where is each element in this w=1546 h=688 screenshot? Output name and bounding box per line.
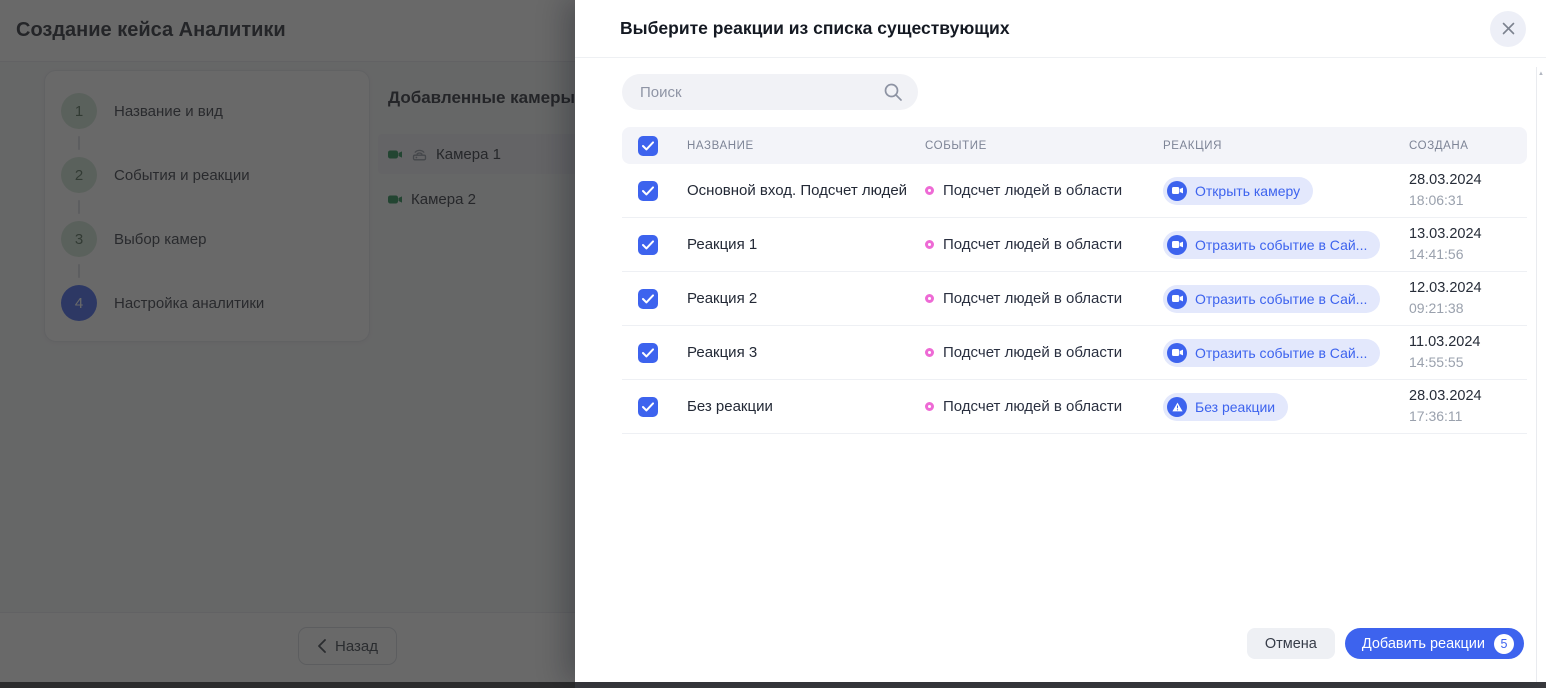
created-time: 18:06:31 (1409, 191, 1527, 210)
reactions-table: НАЗВАНИЕ СОБЫТИЕ РЕАКЦИЯ СОЗДАНА Основно… (622, 127, 1527, 434)
cancel-button[interactable]: Отмена (1247, 628, 1335, 659)
reaction-chip[interactable]: Отразить событие в Сай... (1163, 339, 1380, 367)
table-row[interactable]: Реакция 1 Подсчет людей в области Отрази… (622, 218, 1527, 272)
select-all-checkbox[interactable] (638, 136, 658, 156)
table-row[interactable]: Реакция 2 Подсчет людей в области Отрази… (622, 272, 1527, 326)
event-cell: Подсчет людей в области (925, 182, 1163, 199)
row-checkbox[interactable] (638, 289, 658, 309)
created-time: 17:36:11 (1409, 407, 1527, 426)
reaction-chip-icon (1167, 343, 1187, 363)
reaction-chip-label: Отразить событие в Сай... (1195, 345, 1367, 361)
scroll-up-arrow-icon[interactable]: ▲ (1538, 71, 1544, 77)
reaction-chip-label: Отразить событие в Сай... (1195, 237, 1367, 253)
search-input[interactable] (622, 74, 918, 110)
event-label: Подсчет людей в области (943, 344, 1122, 361)
row-checkbox[interactable] (638, 181, 658, 201)
event-type-icon (925, 240, 934, 249)
reaction-chip[interactable]: Без реакции (1163, 393, 1288, 421)
search-field (622, 74, 918, 110)
created-cell: 13.03.2024 14:41:56 (1409, 225, 1527, 263)
reaction-name: Основной вход. Подсчет людей (687, 182, 925, 199)
reaction-cell: Открыть камеру (1163, 177, 1409, 205)
modal-body: НАЗВАНИЕ СОБЫТИЕ РЕАКЦИЯ СОЗДАНА Основно… (575, 58, 1546, 434)
event-cell: Подсчет людей в области (925, 290, 1163, 307)
modal-header: Выберите реакции из списка существующих (575, 0, 1546, 58)
event-label: Подсчет людей в области (943, 236, 1122, 253)
reaction-name: Реакция 3 (687, 344, 925, 361)
column-header-event: СОБЫТИЕ (925, 140, 1163, 152)
event-type-icon (925, 294, 934, 303)
event-label: Подсчет людей в области (943, 290, 1122, 307)
reaction-chip-icon (1167, 397, 1187, 417)
event-label: Подсчет людей в области (943, 398, 1122, 415)
table-header-row: НАЗВАНИЕ СОБЫТИЕ РЕАКЦИЯ СОЗДАНА (622, 127, 1527, 164)
reaction-chip[interactable]: Отразить событие в Сай... (1163, 285, 1380, 313)
created-time: 14:55:55 (1409, 353, 1527, 372)
event-cell: Подсчет людей в области (925, 236, 1163, 253)
select-reactions-modal: Выберите реакции из списка существующих … (575, 0, 1546, 682)
scrollbar[interactable]: ▲ (1536, 67, 1546, 682)
modal-dim-overlay (0, 0, 575, 688)
table-row[interactable]: Реакция 3 Подсчет людей в области Отрази… (622, 326, 1527, 380)
created-cell: 28.03.2024 18:06:31 (1409, 171, 1527, 209)
event-type-icon (925, 402, 934, 411)
reaction-cell: Отразить событие в Сай... (1163, 285, 1409, 313)
created-cell: 28.03.2024 17:36:11 (1409, 387, 1527, 425)
reaction-name: Без реакции (687, 398, 925, 415)
close-icon (1502, 22, 1515, 35)
created-date: 28.03.2024 (1409, 171, 1527, 191)
row-checkbox[interactable] (638, 343, 658, 363)
reaction-chip-icon (1167, 181, 1187, 201)
reaction-name: Реакция 2 (687, 290, 925, 307)
reaction-name: Реакция 1 (687, 236, 925, 253)
add-reactions-label: Добавить реакции (1362, 636, 1485, 652)
search-icon[interactable] (883, 82, 903, 107)
row-checkbox[interactable] (638, 397, 658, 417)
reaction-chip-icon (1167, 289, 1187, 309)
add-reactions-button[interactable]: Добавить реакции 5 (1345, 628, 1524, 659)
event-cell: Подсчет людей в области (925, 398, 1163, 415)
created-date: 12.03.2024 (1409, 279, 1527, 299)
row-checkbox[interactable] (638, 235, 658, 255)
reaction-chip-label: Отразить событие в Сай... (1195, 291, 1367, 307)
column-header-reaction: РЕАКЦИЯ (1163, 140, 1409, 152)
table-row[interactable]: Основной вход. Подсчет людей Подсчет люд… (622, 164, 1527, 218)
created-date: 28.03.2024 (1409, 387, 1527, 407)
created-cell: 12.03.2024 09:21:38 (1409, 279, 1527, 317)
created-cell: 11.03.2024 14:55:55 (1409, 333, 1527, 371)
close-button[interactable] (1490, 11, 1526, 47)
reaction-chip-label: Без реакции (1195, 399, 1275, 415)
created-time: 14:41:56 (1409, 245, 1527, 264)
column-header-created: СОЗДАНА (1409, 140, 1527, 152)
event-cell: Подсчет людей в области (925, 344, 1163, 361)
event-type-icon (925, 186, 934, 195)
modal-title: Выберите реакции из списка существующих (620, 18, 1010, 39)
selected-count-badge: 5 (1494, 634, 1514, 654)
event-label: Подсчет людей в области (943, 182, 1122, 199)
created-date: 13.03.2024 (1409, 225, 1527, 245)
reaction-chip[interactable]: Отразить событие в Сай... (1163, 231, 1380, 259)
table-row[interactable]: Без реакции Подсчет людей в области Без … (622, 380, 1527, 434)
reaction-cell: Без реакции (1163, 393, 1409, 421)
created-date: 11.03.2024 (1409, 333, 1527, 353)
reaction-cell: Отразить событие в Сай... (1163, 339, 1409, 367)
reaction-cell: Отразить событие в Сай... (1163, 231, 1409, 259)
column-header-name: НАЗВАНИЕ (687, 140, 925, 152)
reaction-chip-label: Открыть камеру (1195, 183, 1300, 199)
reaction-chip-icon (1167, 235, 1187, 255)
modal-footer: Отмена Добавить реакции 5 (1247, 628, 1524, 659)
reaction-chip[interactable]: Открыть камеру (1163, 177, 1313, 205)
event-type-icon (925, 348, 934, 357)
created-time: 09:21:38 (1409, 299, 1527, 318)
